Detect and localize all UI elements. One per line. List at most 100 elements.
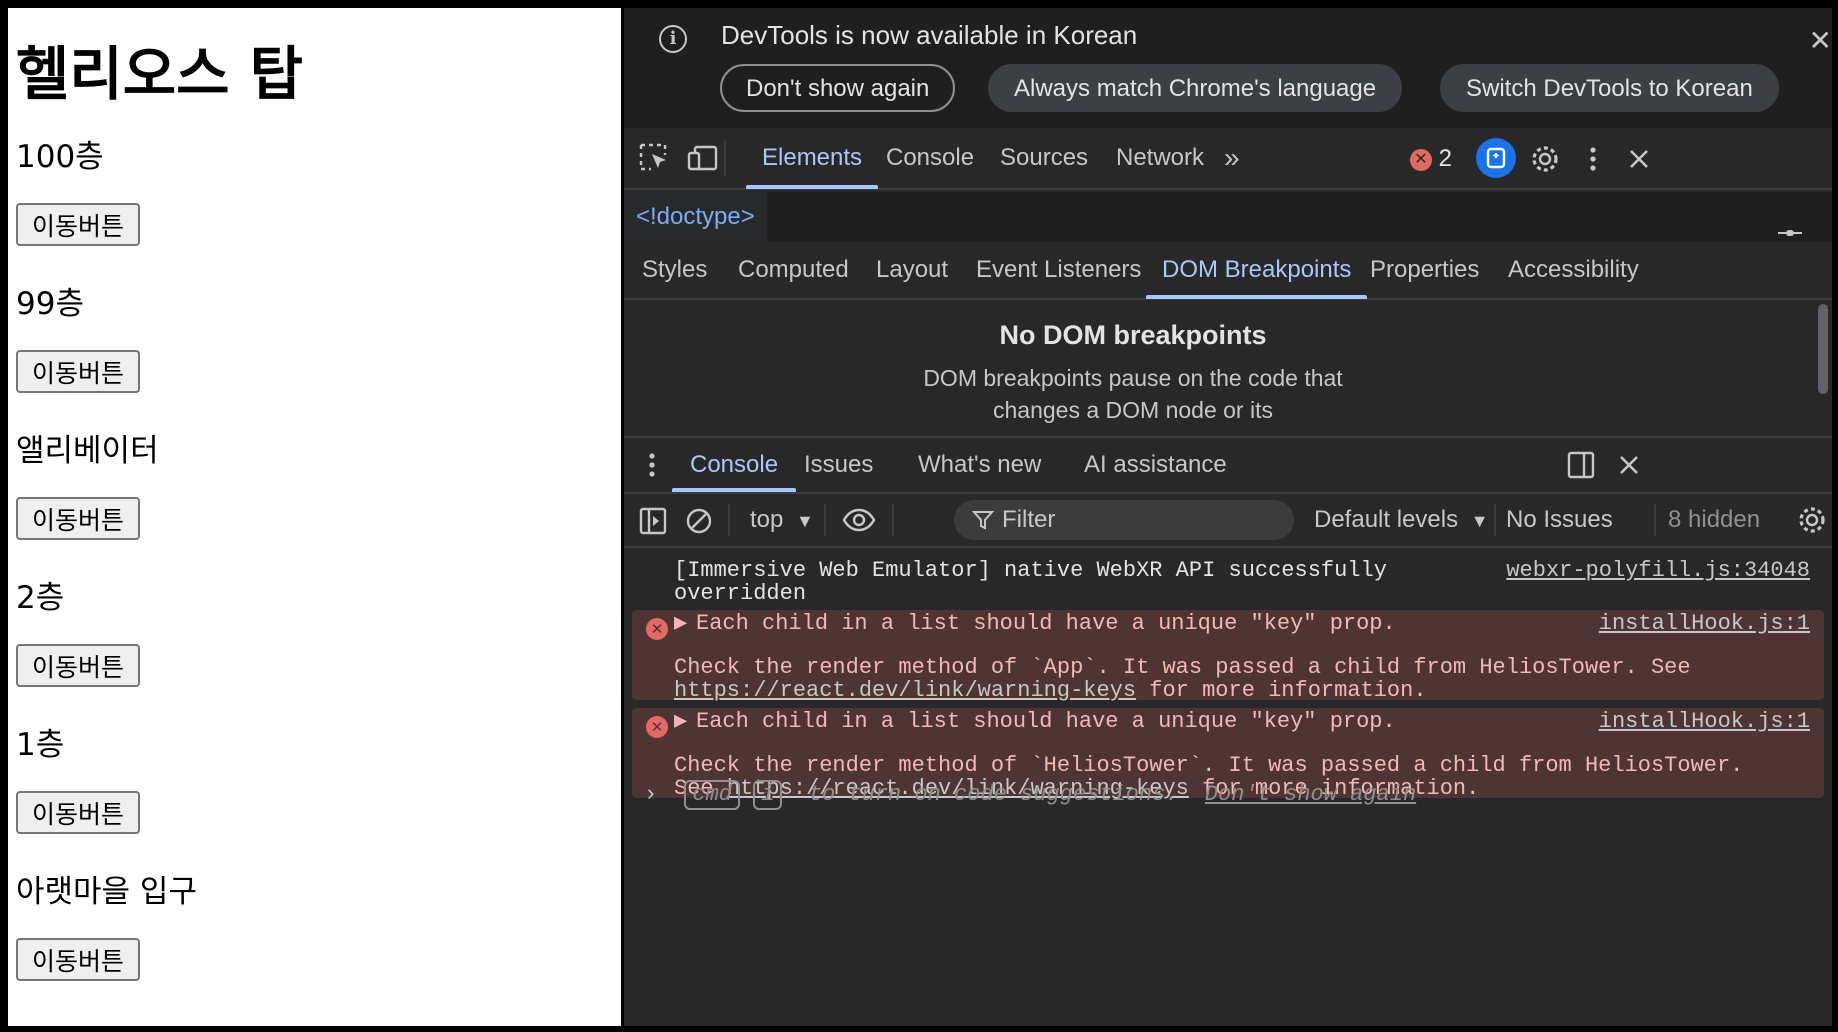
doctype-node[interactable]: <!doctype> <box>624 192 767 242</box>
error-detail: Check the render method of `HeliosTower`… <box>674 753 1744 778</box>
dom-breakpoints-pane: No DOM breakpoints DOM breakpoints pause… <box>624 300 1832 436</box>
tab-event-listeners[interactable]: Event Listeners <box>960 242 1157 298</box>
device-toggle-icon[interactable] <box>686 142 720 176</box>
drawer-tab-issues[interactable]: Issues <box>786 438 891 492</box>
filter-input[interactable]: Filter <box>954 500 1294 540</box>
hidden-count: 8 hidden <box>1668 506 1761 533</box>
toolbar-divider <box>724 140 726 176</box>
drawer-tab-ai-assistance[interactable]: AI assistance <box>1066 438 1245 492</box>
more-tabs-icon[interactable]: » <box>1208 128 1256 188</box>
floor-name: 1층 <box>16 727 65 763</box>
info-icon: i <box>659 25 687 53</box>
move-button[interactable]: 이동버튼 <box>16 497 141 540</box>
source-link[interactable]: webxr-polyfill.js:34048 <box>1506 560 1810 582</box>
resize-handle-icon[interactable] <box>1778 230 1802 236</box>
close-icon[interactable] <box>1622 142 1656 176</box>
error-icon: ✕ <box>646 618 668 640</box>
dont-show-again-button[interactable]: Don't show again <box>720 64 956 112</box>
drawer-tab-console[interactable]: Console <box>672 438 797 492</box>
error-count: 2 <box>1438 145 1453 172</box>
floor-name: 2층 <box>16 580 65 616</box>
main-toolbar: Elements Console Sources Network » ✕ 2 <box>624 128 1832 190</box>
tab-console[interactable]: Console <box>870 128 990 188</box>
filter-icon <box>972 511 994 530</box>
error-count-badge[interactable]: ✕ 2 <box>1410 142 1452 176</box>
tab-properties[interactable]: Properties <box>1354 242 1495 298</box>
tab-sources[interactable]: Sources <box>984 128 1104 188</box>
tab-layout[interactable]: Layout <box>860 242 964 298</box>
message-text: [Immersive Web Emulator] native WebXR AP… <box>674 558 1387 583</box>
settings-icon[interactable] <box>1796 504 1828 536</box>
floor-item: 2층 이동버튼 <box>16 578 621 687</box>
move-button[interactable]: 이동버튼 <box>16 791 141 834</box>
console-message-error: ✕ ▶ Each child in a list should have a u… <box>632 610 1824 702</box>
docs-link[interactable]: https://react.dev/link/warning-keys <box>674 678 1136 703</box>
always-match-language-button[interactable]: Always match Chrome's language <box>988 64 1403 112</box>
expand-triangle-icon[interactable]: ▶ <box>674 613 687 635</box>
toolbar-divider <box>1654 504 1656 536</box>
source-link[interactable]: installHook.js:1 <box>1599 711 1810 733</box>
empty-state-title: No DOM breakpoints <box>999 320 1267 350</box>
ai-assistant-icon[interactable] <box>1476 138 1516 178</box>
infobar-message: DevTools is now available in Korean <box>721 20 1138 50</box>
tab-network[interactable]: Network <box>1100 128 1220 188</box>
error-icon: ✕ <box>1410 149 1432 171</box>
toolbar-divider <box>824 504 826 536</box>
drawer-tab-whats-new[interactable]: What's new <box>900 438 1059 492</box>
eye-icon[interactable] <box>842 504 876 536</box>
floor-name: 아랫마을 입구 <box>16 874 197 910</box>
source-link[interactable]: installHook.js:1 <box>1599 613 1810 635</box>
chevron-right-icon: › <box>644 782 658 807</box>
move-button[interactable]: 이동버튼 <box>16 938 141 981</box>
scrollbar[interactable] <box>1818 304 1828 394</box>
settings-icon[interactable] <box>1528 142 1562 176</box>
issues-counter[interactable]: No Issues <box>1506 494 1613 546</box>
tab-elements[interactable]: Elements <box>746 128 879 189</box>
dont-show-again-link[interactable]: Don't show again <box>1205 782 1416 807</box>
close-icon[interactable]: ✕ <box>1809 24 1832 57</box>
move-button[interactable]: 이동버튼 <box>16 203 141 246</box>
console-prompt[interactable]: › cmd i to turn on code suggestions. Don… <box>644 780 1416 810</box>
i-key: i <box>753 780 783 810</box>
sidebar-tabs: Styles Computed Layout Event Listeners D… <box>624 242 1832 300</box>
floor-item: 99층 이동버튼 <box>16 284 621 393</box>
filter-placeholder: Filter <box>1002 506 1056 533</box>
floor-name: 99층 <box>16 286 84 322</box>
error-summary: Each child in a list should have a uniqu… <box>696 709 1396 734</box>
floor-item: 1층 이동버튼 <box>16 725 621 834</box>
toolbar-divider <box>892 504 894 536</box>
floor-item: 100층 이동버튼 <box>16 137 621 246</box>
error-detail-line: https://react.dev/link/warning-keys for … <box>674 680 1427 702</box>
move-button[interactable]: 이동버튼 <box>16 644 141 687</box>
page-title: 헬리오스 탑 <box>16 40 303 108</box>
console-messages: [Immersive Web Emulator] native WebXR AP… <box>624 548 1832 1026</box>
sidebar-toggle-icon[interactable] <box>638 506 668 536</box>
log-levels-label: Default levels <box>1314 506 1459 533</box>
language-infobar: i DevTools is now available in Korean ✕ … <box>624 8 1832 128</box>
floor-item: 아랫마을 입구 이동버튼 <box>16 872 621 981</box>
tab-dom-breakpoints[interactable]: DOM Breakpoints <box>1146 242 1368 299</box>
devtools-panel: i DevTools is now available in Korean ✕ … <box>624 8 1832 1026</box>
elements-tree: <!doctype> <box>624 192 1832 242</box>
context-selector[interactable]: top ▼ <box>750 494 814 546</box>
context-label: top <box>750 506 784 533</box>
drawer-menu-icon[interactable] <box>640 450 664 480</box>
description-line: changes a DOM node or its <box>993 397 1273 423</box>
error-icon: ✕ <box>646 716 668 738</box>
dropdown-icon: ▼ <box>796 511 814 531</box>
inspect-icon[interactable] <box>638 142 672 176</box>
close-icon[interactable] <box>1614 450 1644 480</box>
error-summary: Each child in a list should have a uniqu… <box>696 611 1396 636</box>
expand-triangle-icon[interactable]: ▶ <box>674 711 687 733</box>
kebab-menu-icon[interactable] <box>1576 142 1610 176</box>
clear-console-icon[interactable] <box>684 506 714 536</box>
tab-computed[interactable]: Computed <box>722 242 865 298</box>
dock-icon[interactable] <box>1566 450 1596 480</box>
log-levels-dropdown[interactable]: Default levels ▼ <box>1314 494 1489 546</box>
tab-accessibility[interactable]: Accessibility <box>1492 242 1655 298</box>
move-button[interactable]: 이동버튼 <box>16 350 141 393</box>
switch-to-korean-button[interactable]: Switch DevTools to Korean <box>1440 64 1779 112</box>
cmd-key: cmd <box>684 780 741 810</box>
floor-item: 앨리베이터 이동버튼 <box>16 431 621 540</box>
tab-styles[interactable]: Styles <box>626 242 723 298</box>
